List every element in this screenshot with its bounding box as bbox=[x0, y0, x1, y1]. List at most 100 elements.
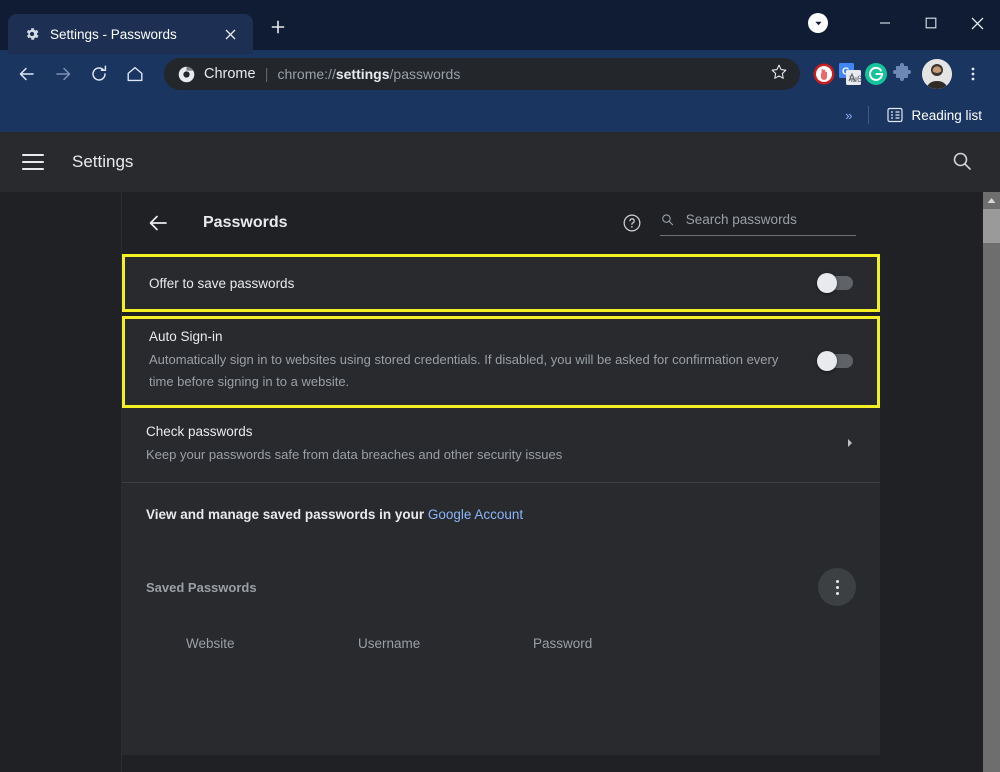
forward-button[interactable] bbox=[46, 57, 80, 91]
hamburger-line bbox=[22, 168, 44, 170]
search-icon bbox=[950, 149, 974, 173]
title-bar: Settings - Passwords bbox=[0, 0, 1000, 50]
saved-passwords-table-body bbox=[122, 665, 880, 755]
star-icon bbox=[770, 63, 788, 81]
bookmarks-overflow-button[interactable]: » bbox=[839, 108, 858, 123]
hamburger-line bbox=[22, 161, 44, 163]
check-passwords-chevron[interactable] bbox=[844, 436, 856, 454]
back-button[interactable] bbox=[10, 57, 44, 91]
dot bbox=[836, 580, 839, 583]
hamburger-menu-icon[interactable] bbox=[22, 147, 52, 177]
column-header-password: Password bbox=[533, 636, 856, 651]
offer-to-save-passwords-toggle[interactable] bbox=[819, 276, 853, 290]
reading-list-button[interactable]: Reading list bbox=[879, 103, 990, 127]
page-back-button[interactable] bbox=[146, 211, 170, 235]
browser-tab-settings-passwords[interactable]: Settings - Passwords bbox=[8, 14, 253, 54]
close-icon bbox=[225, 29, 236, 40]
dot bbox=[836, 592, 839, 595]
help-button[interactable] bbox=[622, 213, 642, 233]
settings-right-gutter bbox=[880, 192, 984, 772]
row-subtitle: Automatically sign in to websites using … bbox=[149, 349, 799, 393]
saved-passwords-header: Saved Passwords bbox=[122, 546, 880, 620]
auto-sign-in-toggle[interactable] bbox=[819, 354, 853, 368]
row-text: Offer to save passwords bbox=[149, 276, 819, 291]
tab-title: Settings - Passwords bbox=[50, 27, 209, 42]
reload-button[interactable] bbox=[82, 57, 116, 91]
check-passwords-row[interactable]: Check passwords Keep your passwords safe… bbox=[122, 408, 880, 482]
omnibox-site-label: Chrome bbox=[204, 66, 256, 82]
search-passwords-field[interactable] bbox=[660, 211, 856, 236]
chrome-menu-button[interactable] bbox=[956, 57, 990, 91]
reload-icon bbox=[89, 64, 109, 84]
settings-app-title: Settings bbox=[72, 152, 133, 172]
close-window-button[interactable] bbox=[954, 0, 1000, 46]
row-subtitle: Keep your passwords safe from data breac… bbox=[146, 444, 824, 466]
row-title: Auto Sign-in bbox=[149, 329, 799, 344]
settings-left-rail bbox=[0, 192, 122, 772]
bookmark-star-icon[interactable] bbox=[770, 63, 788, 86]
scrollbar-thumb[interactable] bbox=[983, 209, 1000, 243]
scroll-up-icon bbox=[987, 197, 996, 204]
row-title: Offer to save passwords bbox=[149, 276, 799, 291]
tab-close-icon[interactable] bbox=[219, 23, 241, 45]
page-scrollbar[interactable] bbox=[983, 192, 1000, 772]
auto-sign-in-row-highlight: Auto Sign-in Automatically sign in to we… bbox=[122, 316, 880, 408]
google-translate-icon[interactable]: G \u6587 bbox=[838, 62, 862, 86]
back-arrow-icon bbox=[17, 64, 37, 84]
new-tab-button[interactable] bbox=[261, 10, 295, 44]
plus-icon bbox=[271, 20, 285, 34]
reading-list-icon bbox=[887, 107, 903, 123]
search-icon bbox=[660, 211, 675, 228]
grammarly-icon[interactable] bbox=[864, 62, 888, 86]
toggle-knob bbox=[817, 351, 837, 371]
minimize-icon bbox=[879, 17, 891, 29]
google-account-text: View and manage saved passwords in your … bbox=[146, 507, 856, 522]
bookmarks-bar: » Reading list bbox=[0, 98, 1000, 132]
home-icon bbox=[125, 64, 145, 84]
saved-passwords-table-header: Website Username Password bbox=[122, 620, 880, 665]
home-button[interactable] bbox=[118, 57, 152, 91]
omnibox-separator: | bbox=[265, 66, 269, 83]
extensions-puzzle-icon[interactable] bbox=[890, 62, 914, 86]
more-vertical-icon bbox=[965, 66, 981, 82]
auto-sign-in-row[interactable]: Auto Sign-in Automatically sign in to we… bbox=[125, 319, 877, 405]
column-header-website: Website bbox=[146, 636, 358, 651]
google-account-link[interactable]: Google Account bbox=[428, 507, 523, 522]
google-account-row: View and manage saved passwords in your … bbox=[122, 483, 880, 546]
offer-to-save-passwords-row[interactable]: Offer to save passwords bbox=[125, 257, 877, 309]
omnibox-url: chrome://settings/passwords bbox=[277, 66, 761, 82]
bookmarks-divider bbox=[868, 106, 869, 124]
download-indicator-icon[interactable] bbox=[808, 13, 828, 33]
settings-gear-icon bbox=[24, 26, 40, 42]
row-text: Auto Sign-in Automatically sign in to we… bbox=[149, 329, 819, 393]
dot bbox=[836, 586, 839, 589]
adblock-icon[interactable] bbox=[812, 62, 836, 86]
url-bold-segment: settings bbox=[336, 66, 390, 82]
settings-search-button[interactable] bbox=[950, 149, 976, 175]
avatar-photo-icon bbox=[922, 59, 952, 89]
hamburger-line bbox=[22, 154, 44, 156]
search-passwords-input[interactable] bbox=[686, 212, 856, 227]
minimize-button[interactable] bbox=[862, 0, 908, 46]
toggle-knob bbox=[817, 273, 837, 293]
saved-passwords-menu-button[interactable] bbox=[818, 568, 856, 606]
google-account-prefix: View and manage saved passwords in your bbox=[146, 507, 428, 522]
row-title: Check passwords bbox=[146, 424, 824, 439]
close-icon bbox=[971, 17, 984, 30]
user-avatar[interactable] bbox=[922, 59, 952, 89]
scrollbar-up-button[interactable] bbox=[983, 192, 1000, 209]
settings-content-column: Passwords bbox=[122, 192, 880, 772]
forward-arrow-icon bbox=[53, 64, 73, 84]
maximize-icon bbox=[925, 17, 937, 29]
address-bar[interactable]: Chrome | chrome://settings/passwords bbox=[164, 58, 800, 90]
column-header-username: Username bbox=[358, 636, 533, 651]
row-text: Check passwords Keep your passwords safe… bbox=[146, 424, 844, 466]
chrome-logo-icon bbox=[178, 66, 195, 83]
help-circle-icon bbox=[622, 213, 642, 233]
maximize-button[interactable] bbox=[908, 0, 954, 46]
chevron-right-icon bbox=[844, 437, 856, 449]
window-controls-group bbox=[808, 0, 1000, 46]
offer-to-save-passwords-row-highlight: Offer to save passwords bbox=[122, 254, 880, 312]
settings-app-toolbar: Settings bbox=[0, 132, 1000, 192]
browser-window: Settings - Passwords bbox=[0, 0, 1000, 772]
